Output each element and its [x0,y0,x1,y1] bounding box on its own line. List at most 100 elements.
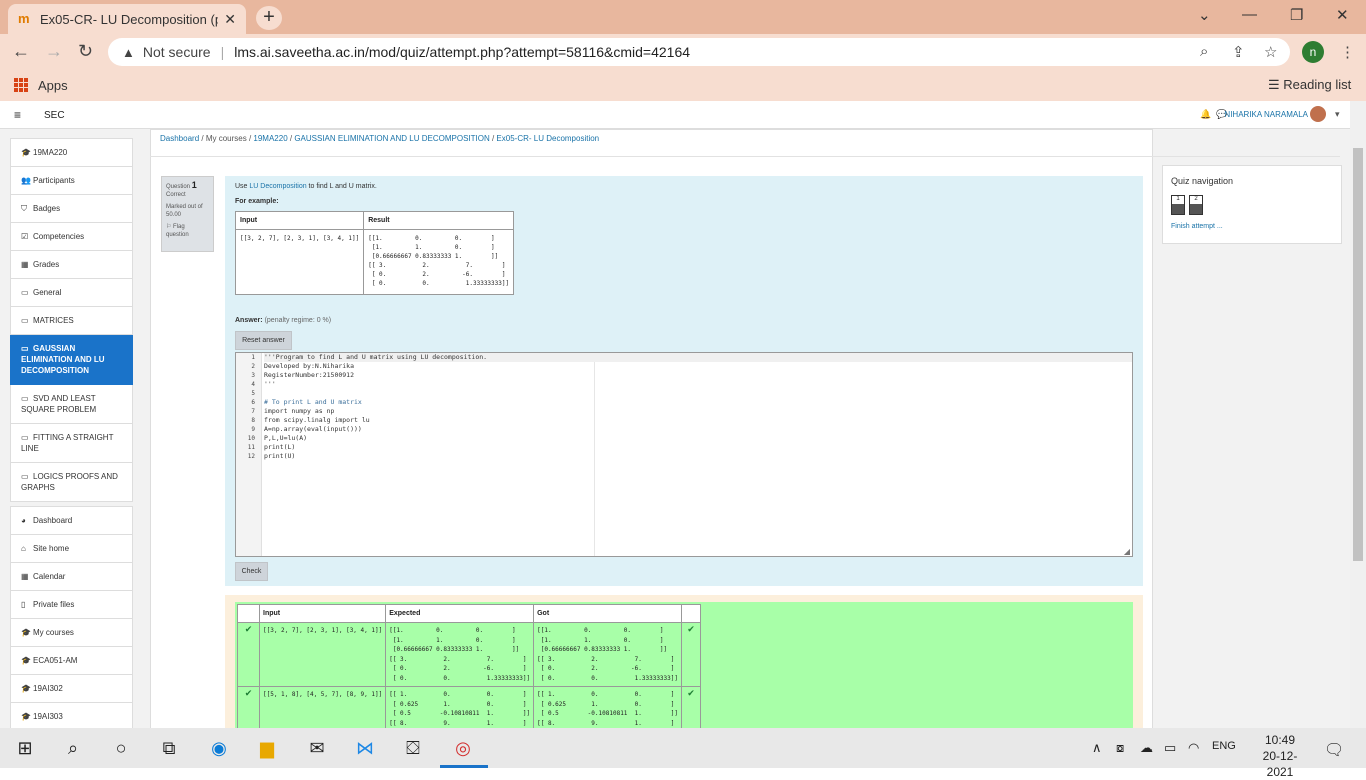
url-text[interactable]: lms.ai.saveetha.ac.in/mod/quiz/attempt.p… [234,44,690,60]
clock[interactable]: 10:49 20-12-2021 [1250,732,1310,780]
store-icon[interactable]: ⛋ [400,736,426,760]
onedrive-icon[interactable]: ☁ [1140,740,1153,756]
user-avatar[interactable] [1310,106,1326,122]
resize-handle-icon[interactable]: ◢ [1124,547,1130,556]
new-tab-button[interactable]: + [256,6,282,30]
sidebar-item[interactable]: 🎓 My courses [10,619,133,647]
forward-icon[interactable]: → [45,41,63,62]
zoom-icon[interactable]: ⌕ [1200,43,1208,60]
tray-chevron-icon[interactable]: ∧ [1092,740,1102,756]
sidebar-item[interactable]: 👥 Participants [10,167,133,195]
sidebar-item[interactable]: 🎓 ECA051-AM [10,647,133,675]
code-line[interactable] [264,389,1132,398]
breadcrumb-item[interactable]: 19MA220 [253,134,287,143]
sidebar-item[interactable]: 🎓 19AI302 [10,675,133,703]
meet-now-icon[interactable]: ⧇ [1116,740,1124,756]
warning-icon[interactable]: ▲ [122,45,135,60]
chrome-icon[interactable]: ◎ [450,736,476,760]
sidebar-item[interactable]: 🎓 19AI303 [10,703,133,728]
apps-bookmark[interactable]: Apps [38,78,68,93]
restore-icon[interactable]: ❐ [1290,6,1303,24]
quiz-nav-question-2[interactable]: 2 [1189,195,1203,215]
sidebar-item[interactable]: ☑ Competencies [10,223,133,251]
quiz-nav-question-1[interactable]: 1 [1171,195,1185,215]
code-area[interactable]: '''Program to find L and U matrix using … [264,353,1132,461]
sidebar-item[interactable]: ▦ Calendar [10,563,133,591]
task-view-icon[interactable]: ⧉ [156,736,182,760]
notification-bell-icon[interactable]: 🔔 [1200,109,1211,120]
code-line[interactable]: print(U) [264,452,1132,461]
file-explorer-icon[interactable]: ▆ [254,736,280,760]
tab-search-icon[interactable]: ⌄ [1198,6,1211,24]
code-line[interactable]: # To print L and U matrix [264,398,1132,407]
bookmark-star-icon[interactable]: ☆ [1264,43,1277,61]
address-bar[interactable]: ▲ Not secure | lms.ai.saveetha.ac.in/mod… [108,38,1290,66]
code-line[interactable]: '''Program to find L and U matrix using … [264,353,1132,362]
vscode-icon[interactable]: ⋈ [352,736,378,760]
sidebar-item[interactable]: ▭ General [10,279,133,307]
code-line[interactable]: Developed by:N.Niharika [264,362,1132,371]
sidebar-item[interactable]: ⛉ Badges [10,195,133,223]
edge-icon[interactable]: ◉ [206,736,232,760]
reading-list-icon: ☰ [1268,77,1284,92]
not-secure-label[interactable]: Not secure [143,44,211,60]
reload-icon[interactable]: ↻ [78,41,93,62]
profile-avatar[interactable]: n [1302,41,1324,63]
notifications-icon[interactable]: 🗨 [1324,740,1344,760]
sidebar-item[interactable]: ◕ Dashboard [10,506,133,535]
user-menu[interactable]: NIHARIKA NARAMALA [1224,110,1308,119]
browser-tab[interactable]: m Ex05-CR- LU Decomposition (pag ✕ [8,4,246,34]
page-scrollbar[interactable] [1350,101,1366,728]
sidebar-item-icon: 🎓 [21,656,31,665]
sidebar-item[interactable]: ▭ LOGICS PROOFS AND GRAPHS [10,463,133,502]
sidebar-item[interactable]: 🎓 19MA220 [10,138,133,167]
share-icon[interactable]: ⇪ [1232,43,1245,61]
reading-list-button[interactable]: ☰ Reading list [1268,77,1351,93]
user-menu-caret-icon[interactable]: ▾ [1335,109,1340,120]
hamburger-menu-icon[interactable]: ≡ [14,108,21,122]
code-line[interactable]: print(L) [264,443,1132,452]
sidebar-item[interactable]: ▭ MATRICES [10,307,133,335]
check-button[interactable]: Check [235,562,268,581]
sidebar-item[interactable]: ▯ Private files [10,591,133,619]
code-line[interactable]: A=np.array(eval(input())) [264,425,1132,434]
breadcrumb-item[interactable]: Ex05-CR- LU Decomposition [496,134,599,143]
finish-attempt-link[interactable]: Finish attempt ... [1171,223,1223,230]
line-number: 10 [247,435,255,442]
close-tab-icon[interactable]: ✕ [224,11,236,28]
code-editor[interactable]: 1 2 3 4 5 6 7 8 9 10 11 12 '''Program to find L and… [235,352,1133,557]
user-name[interactable]: NIHARIKA NARAMALA [1224,110,1308,119]
sidebar-item[interactable]: ▭ FITTING A STRAIGHT LINE [10,424,133,463]
code-line[interactable]: import numpy as np [264,407,1132,416]
flag-question-link[interactable]: ⚐ Flag question [166,223,209,239]
mail-icon[interactable]: ✉ [304,736,330,760]
site-name[interactable]: SEC [44,110,65,121]
language-indicator[interactable]: ENG [1212,740,1236,752]
sidebar-item[interactable]: ▭ SVD AND LEAST SQUARE PROBLEM [10,385,133,424]
minimize-icon[interactable]: — [1242,6,1257,23]
code-line[interactable]: RegisterNumber:21500912 [264,371,1132,380]
scrollbar-thumb[interactable] [1353,148,1363,561]
back-icon[interactable]: ← [12,41,30,62]
menu-dots-icon[interactable]: ⋮ [1340,43,1355,61]
sidebar-item[interactable]: ▭ GAUSSIAN ELIMINATION AND LU DECOMPOSITI… [10,335,133,385]
code-line[interactable]: ''' [264,380,1132,389]
code-line[interactable]: from scipy.linalg import lu [264,416,1132,425]
code-line[interactable]: P,L,U=lu(A) [264,434,1132,443]
windows-start-icon[interactable]: ⊞ [12,736,38,760]
close-window-icon[interactable]: ✕ [1336,6,1349,24]
breadcrumb-separator: / [199,134,206,143]
for-example-label: For example: [235,198,279,205]
breadcrumb-item[interactable]: GAUSSIAN ELIMINATION AND LU DECOMPOSITIO… [294,134,489,143]
apps-grid-icon[interactable] [14,78,28,92]
reset-answer-button[interactable]: Reset answer [235,331,292,350]
search-icon[interactable]: ⌕ [60,736,86,760]
battery-icon[interactable]: ▭ [1164,740,1176,756]
wifi-icon[interactable]: ◠ [1188,740,1199,756]
sidebar-item[interactable]: ⌂ Site home [10,535,133,563]
breadcrumb-item[interactable]: Dashboard [160,134,199,143]
breadcrumb-item[interactable]: My courses [206,134,247,143]
lu-decomposition-link[interactable]: LU Decomposition [249,183,306,190]
cortana-icon[interactable]: ○ [108,736,134,760]
sidebar-item[interactable]: ▦ Grades [10,251,133,279]
